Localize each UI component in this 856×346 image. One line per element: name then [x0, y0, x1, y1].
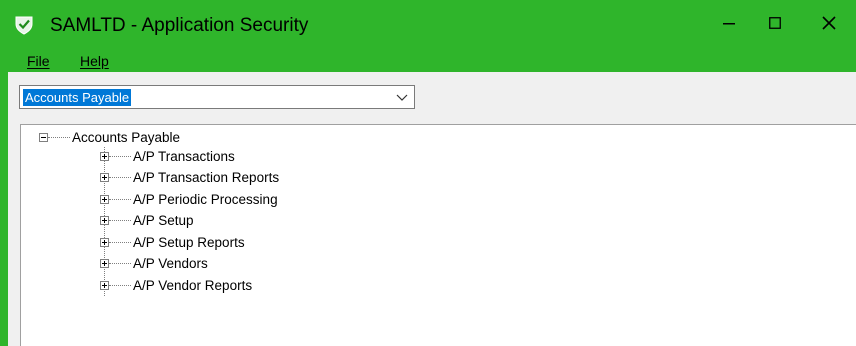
tree-node[interactable]: A/P Transaction Reports [100, 168, 279, 186]
tree-connector [109, 155, 131, 157]
minimize-icon [723, 23, 735, 25]
tree-node-root[interactable]: Accounts Payable [39, 128, 180, 146]
close-icon [822, 16, 836, 30]
tree-node-label: A/P Periodic Processing [133, 191, 278, 207]
menu-file[interactable]: File [27, 53, 50, 69]
close-button[interactable] [806, 6, 852, 40]
tree-connector [109, 198, 131, 200]
tree-connector [109, 241, 131, 243]
tree-node[interactable]: A/P Setup [100, 211, 194, 229]
tree-node-label: A/P Setup Reports [133, 234, 245, 250]
security-tree[interactable]: Accounts Payable A/P Transactions A/P Tr… [20, 124, 856, 346]
chevron-down-icon[interactable] [396, 92, 408, 102]
tree-connector [48, 136, 70, 138]
tree-node[interactable]: A/P Setup Reports [100, 233, 245, 251]
title-bar[interactable]: SAMLTD - Application Security [0, 0, 856, 48]
window-title: SAMLTD - Application Security [50, 15, 309, 36]
tree-connector [109, 262, 131, 264]
expand-icon[interactable] [100, 237, 109, 247]
expand-icon[interactable] [100, 280, 109, 290]
expand-icon[interactable] [100, 151, 109, 161]
menu-bar: File Help [0, 48, 856, 72]
tree-node-label: A/P Vendors [133, 255, 208, 271]
expand-icon[interactable] [100, 258, 109, 268]
tree-node[interactable]: A/P Vendor Reports [100, 276, 252, 294]
tree-node[interactable]: A/P Vendors [100, 254, 208, 272]
tree-node-label: A/P Setup [133, 212, 194, 228]
application-security-window: SAMLTD - Application Security File Help … [0, 0, 856, 346]
minimize-button[interactable] [706, 6, 752, 40]
tree-connector [109, 284, 131, 286]
expand-icon[interactable] [100, 215, 109, 225]
tree-connector [109, 219, 131, 221]
tree-node[interactable]: A/P Periodic Processing [100, 190, 278, 208]
tree-connector [109, 176, 131, 178]
main-content: Accounts Payable Accounts Payable A/P Tr… [8, 72, 856, 346]
tree-node-label: Accounts Payable [72, 129, 181, 145]
maximize-icon [769, 17, 781, 29]
module-select[interactable]: Accounts Payable [19, 85, 415, 109]
maximize-button[interactable] [752, 6, 798, 40]
tree-node-label: A/P Transactions [133, 148, 235, 164]
tree-node-label: A/P Transaction Reports [133, 169, 280, 185]
expand-icon[interactable] [100, 172, 109, 182]
app-shield-icon [13, 14, 35, 36]
tree-node-label: A/P Vendor Reports [133, 277, 253, 293]
expand-icon[interactable] [100, 194, 109, 204]
tree-node[interactable]: A/P Transactions [100, 147, 235, 165]
collapse-icon[interactable] [39, 132, 48, 142]
module-select-value: Accounts Payable [23, 89, 132, 106]
menu-help[interactable]: Help [80, 53, 109, 69]
